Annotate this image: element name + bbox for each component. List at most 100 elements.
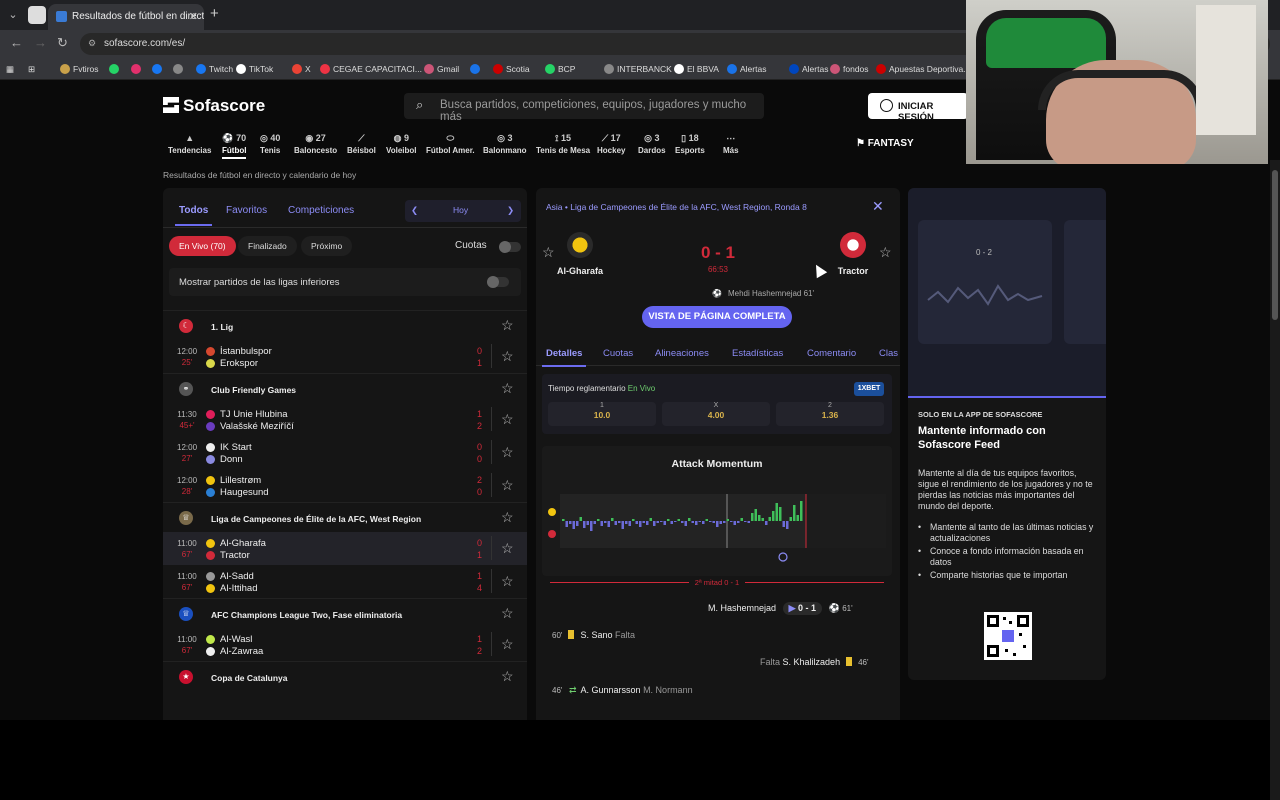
page-scrollbar[interactable] <box>1270 160 1280 800</box>
home-team[interactable]: Al-Gharafa <box>550 232 610 276</box>
sport-tab-football[interactable]: ⚽ 70 Fútbol <box>222 133 247 159</box>
bookmark-item[interactable]: TikTok <box>236 64 273 74</box>
filter-upcoming[interactable]: Próximo <box>301 236 353 256</box>
tab-commentary[interactable]: Comentario <box>807 348 856 359</box>
match-row[interactable]: 12:00 27' IK Start Donn 0 0 ☆ <box>163 436 527 469</box>
match-row[interactable]: 11:30 45+' TJ Unie Hlubina Valašské Meziříč… <box>163 403 527 436</box>
bookmark-item[interactable]: X <box>292 64 311 74</box>
favorite-away-star-icon[interactable]: ☆ <box>879 244 892 261</box>
search-input[interactable]: ⌕ Busca partidos, competiciones, equipos… <box>404 93 764 123</box>
shortcut-icon[interactable] <box>470 64 483 74</box>
star-icon[interactable]: ☆ <box>501 411 514 428</box>
bookmark-item[interactable]: Scotia <box>493 64 530 74</box>
sofascore-logo[interactable]: Sofascore <box>163 96 265 116</box>
tab-details[interactable]: Detalles <box>541 348 587 367</box>
star-icon[interactable]: ☆ <box>501 380 514 397</box>
lower-leagues-toggle[interactable] <box>487 276 509 288</box>
sport-tab-baseball[interactable]: ⟋ Béisbol <box>347 133 376 155</box>
tab-todos[interactable]: Todos <box>174 205 213 226</box>
star-icon[interactable]: ☆ <box>501 317 514 334</box>
bookmark-item[interactable]: Apuestas Deportiva... <box>876 64 970 74</box>
away-team[interactable]: Tractor <box>823 232 883 276</box>
reload-icon[interactable]: ↻ <box>57 35 68 51</box>
facebook-icon[interactable] <box>152 64 165 74</box>
back-icon[interactable]: ← <box>10 35 23 50</box>
sport-tab-tennis[interactable]: ◎ 40 Tenis <box>260 133 280 155</box>
star-icon[interactable]: ☆ <box>501 477 514 494</box>
star-icon[interactable]: ☆ <box>501 348 514 365</box>
league-header[interactable]: ♕ AFC Champions League Two, Fase eliminat… <box>163 598 527 628</box>
match-row[interactable]: 11:00 67' Al-Wasl Al-Zawraa 1 2 ☆ <box>163 628 527 661</box>
bookmark-item[interactable]: Alertas <box>789 64 828 74</box>
grid-icon[interactable]: ⊞ <box>28 64 35 75</box>
new-tab-icon[interactable]: + <box>210 5 219 22</box>
filter-live[interactable]: En Vivo (70) <box>169 236 236 256</box>
forward-icon[interactable]: → <box>34 35 47 50</box>
sport-tab-volleyball[interactable]: ◍ 9 Voleibol <box>386 133 417 155</box>
sport-tab-esports[interactable]: ▯ 18 Esports <box>675 133 705 155</box>
star-icon[interactable]: ☆ <box>501 605 514 622</box>
tab-lineups[interactable]: Alineaciones <box>655 348 709 359</box>
sport-tab-table-tennis[interactable]: ⟟ 15 Tenis de Mesa <box>536 133 590 155</box>
tab-favoritos[interactable]: Favoritos <box>226 205 267 216</box>
chevron-left-icon[interactable]: ❮ <box>411 205 418 216</box>
star-icon[interactable]: ☆ <box>501 573 514 590</box>
bookmark-item[interactable]: INTERBANCK <box>604 64 672 74</box>
star-icon[interactable]: ☆ <box>501 668 514 685</box>
instagram-icon[interactable] <box>131 64 144 74</box>
league-header[interactable]: ⚭ Club Friendly Games ☆ <box>163 373 527 403</box>
active-tab[interactable]: Resultados de fútbol en directo ✕ <box>48 4 204 30</box>
fantasy-link[interactable]: ⚑ FANTASY <box>856 138 914 149</box>
league-header[interactable]: ♕ Liga de Campeones de Élite de la AFC, W… <box>163 502 527 532</box>
league-header[interactable]: ★ Copa de Catalunya ☆ <box>163 661 527 691</box>
web-icon[interactable] <box>173 64 186 74</box>
bookmark-item[interactable]: fondos <box>830 64 869 74</box>
match-row[interactable]: 12:00 25' İstanbulspor Erokspor 0 1 ☆ <box>163 340 527 373</box>
qr-code[interactable] <box>984 612 1032 660</box>
star-icon[interactable]: ☆ <box>501 540 514 557</box>
yellow-card-event[interactable]: Falta S. Khalilzadeh 46' <box>760 657 869 667</box>
bookmark-item[interactable]: Alertas <box>727 64 766 74</box>
odds-toggle[interactable] <box>499 241 521 253</box>
match-row[interactable]: 11:00 67' Al-Sadd Al-Ittihad 1 4 ☆ <box>163 565 527 598</box>
star-icon[interactable]: ☆ <box>501 636 514 653</box>
bookmark-item[interactable]: El BBVA <box>674 64 719 74</box>
scrollbar-thumb[interactable] <box>1272 170 1278 320</box>
substitution-event[interactable]: 46' ⇄ A. Gunnarsson M. Normann <box>552 685 693 696</box>
star-icon[interactable]: ☆ <box>501 444 514 461</box>
match-row[interactable]: 11:00 67' Al-Gharafa Tractor 0 1 ☆ <box>163 532 527 565</box>
sport-tab-more[interactable]: ⋯ Más <box>723 133 739 155</box>
tab-search-icon[interactable]: ⌄ <box>4 6 22 24</box>
sport-tab-darts[interactable]: ◎ 3 Dardos <box>638 133 666 155</box>
sport-tab-hockey[interactable]: ⟋ 17 Hockey <box>597 133 625 155</box>
tab-odds[interactable]: Cuotas <box>603 348 633 359</box>
match-row[interactable]: 12:00 28' Lillestrøm Haugesund 2 0 ☆ <box>163 469 527 502</box>
sport-tab-trending[interactable]: ▲ Tendencias <box>168 133 211 155</box>
competition-breadcrumb[interactable]: Asia • Liga de Campeones de Élite de la … <box>546 202 807 212</box>
sport-tab-american-football[interactable]: ⬭ Fútbol Amer. <box>426 133 475 155</box>
sport-tab-basketball[interactable]: ◉ 27 Baloncesto <box>294 133 337 155</box>
whatsapp-icon[interactable] <box>109 64 122 74</box>
tab-statistics[interactable]: Estadísticas <box>732 348 783 359</box>
odds-home[interactable]: 1 10.0 <box>548 402 656 426</box>
star-icon[interactable]: ☆ <box>501 509 514 526</box>
login-button[interactable]: INICIAR SESIÓN <box>868 93 968 123</box>
goal-event[interactable]: M. Hashemnejad ▶ 0 - 1 ⚽ 61' <box>708 602 853 615</box>
bookmark-item[interactable]: Twitch <box>196 64 233 74</box>
chevron-right-icon[interactable]: ❯ <box>507 205 514 216</box>
yellow-card-event[interactable]: 60' S. Sano Falta <box>552 630 635 640</box>
league-header[interactable]: ☾ 1. Lig ☆ <box>163 310 527 340</box>
bookmark-item[interactable]: Fvtiros <box>60 64 99 74</box>
odds-draw[interactable]: X 4.00 <box>662 402 770 426</box>
sport-tab-handball[interactable]: ◎ 3 Balonmano <box>483 133 527 155</box>
filter-finished[interactable]: Finalizado <box>238 236 297 256</box>
bookie-logo[interactable]: 1XBET <box>854 382 884 396</box>
bookmark-item[interactable]: CEGAE CAPACITACI... <box>320 64 422 74</box>
close-tab-icon[interactable]: ✕ <box>189 10 198 23</box>
tab-competiciones[interactable]: Competiciones <box>288 205 354 216</box>
tab-standings[interactable]: Clas <box>879 348 898 359</box>
close-icon[interactable]: ✕ <box>872 198 884 215</box>
blank-tab[interactable] <box>28 6 46 24</box>
site-info-icon[interactable]: ⚙ <box>88 38 96 49</box>
date-picker[interactable]: ❮ Hoy ❯ <box>405 200 521 222</box>
